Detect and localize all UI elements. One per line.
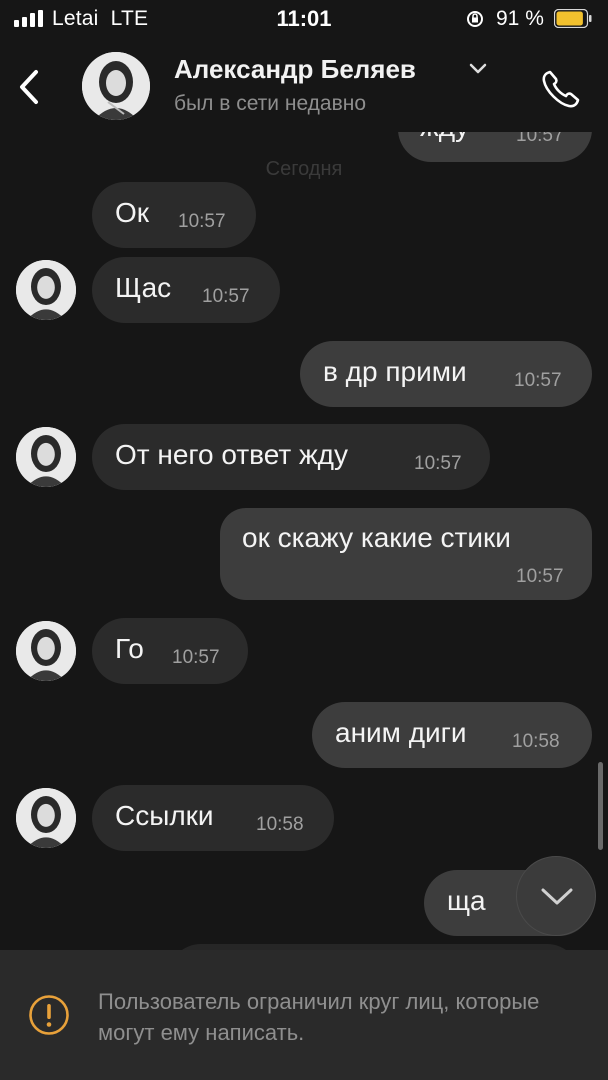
message-bubble-outgoing[interactable]: аним диги 10:58 (312, 702, 592, 768)
message-text: Го (115, 633, 144, 664)
message-text: От него ответ жду (115, 439, 349, 470)
battery-icon (554, 9, 592, 28)
message-text: жду (420, 132, 469, 143)
restriction-notice-bar: Пользователь ограничил круг лиц, которые… (0, 950, 608, 1080)
warning-circle-icon (29, 995, 69, 1035)
message-time: 10:58 (256, 814, 304, 835)
contact-avatar[interactable] (82, 52, 150, 120)
message-list[interactable]: Сегодня жду 10:57 Ок 10:57 Щас 10:57 в д… (0, 132, 608, 950)
chevron-down-icon[interactable] (468, 62, 488, 76)
contact-status: был в сети недавно (174, 92, 367, 115)
message-text: аним диги (335, 717, 467, 748)
phone-icon[interactable] (536, 64, 586, 114)
message-bubble-outgoing[interactable]: в др прими 10:57 (300, 341, 592, 407)
message-bubble-incoming[interactable]: Щас 10:57 (92, 257, 280, 323)
sender-avatar[interactable] (16, 788, 76, 848)
orientation-lock-icon (467, 11, 483, 27)
message-text: Ок (115, 197, 150, 228)
message-bubble-outgoing[interactable]: жду 10:57 (398, 132, 592, 162)
scroll-to-bottom-button[interactable] (516, 856, 596, 936)
message-bubble-incoming[interactable]: Ссылки 10:58 (92, 785, 334, 851)
battery-percent: 91 % (496, 7, 544, 30)
message-time: 10:57 (514, 370, 562, 391)
message-bubble-incoming[interactable]: От него ответ жду 10:57 (92, 424, 490, 490)
status-bar: Letai LTE 11:01 91 % (0, 0, 608, 40)
sender-avatar[interactable] (16, 260, 76, 320)
chevron-down-icon (541, 888, 573, 905)
message-text: Ссылки (115, 800, 214, 831)
scrollbar[interactable] (598, 762, 603, 850)
message-bubble-outgoing[interactable]: ок скажу какие стики 10:57 (220, 508, 592, 600)
sender-avatar[interactable] (16, 621, 76, 681)
restriction-notice-text: Пользователь ограничил круг лиц, которые… (98, 989, 540, 1045)
chat-header: Александр Беляев был в сети недавно (0, 40, 608, 132)
message-text: ща (447, 885, 486, 916)
message-text: ок скажу какие стики (242, 522, 511, 553)
message-time: 10:57 (516, 132, 564, 146)
message-time: 10:57 (178, 211, 226, 232)
message-text: в др прими (323, 356, 467, 387)
contact-name[interactable]: Александр Беляев (174, 54, 416, 85)
message-time: 10:57 (516, 566, 564, 587)
message-bubble-incoming[interactable]: Ок 10:57 (92, 182, 256, 248)
message-text: Щас (115, 272, 172, 303)
back-chevron-icon[interactable] (10, 64, 50, 110)
message-time: 10:58 (512, 731, 560, 752)
message-time: 10:57 (202, 286, 250, 307)
sender-avatar[interactable] (16, 427, 76, 487)
message-time: 10:57 (172, 647, 220, 668)
message-bubble-incoming[interactable]: Го 10:57 (92, 618, 248, 684)
message-time: 10:57 (414, 453, 462, 474)
